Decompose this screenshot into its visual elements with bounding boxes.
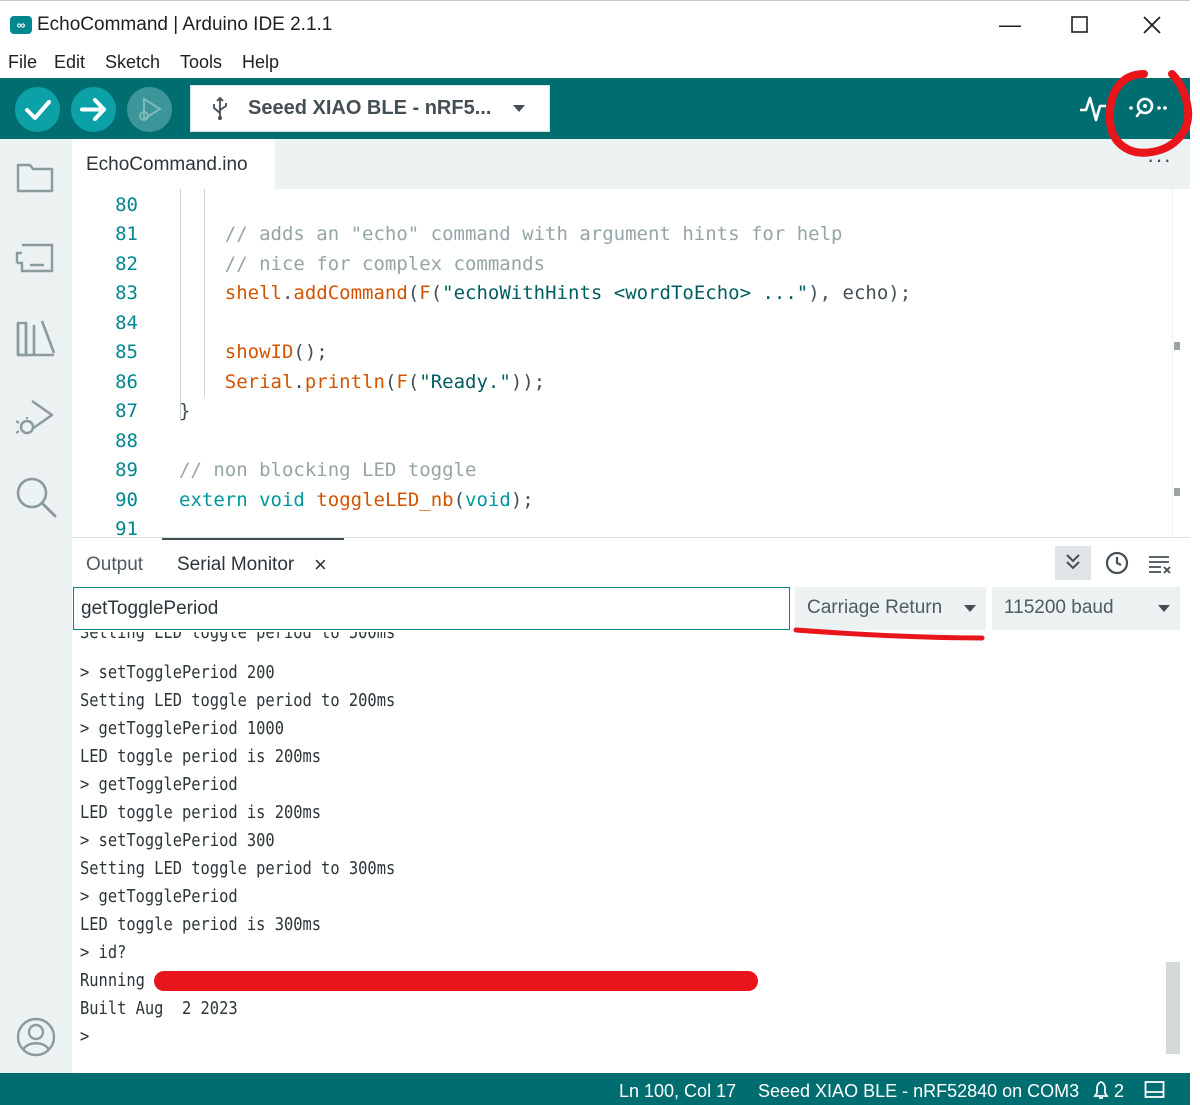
output-line: > id? <box>80 943 127 963</box>
arrow-right-icon <box>80 98 106 121</box>
serial-monitor-button[interactable] <box>1127 92 1171 124</box>
board-selector[interactable]: Seeed XIAO BLE - nRF5... <box>190 85 550 132</box>
output-line: LED toggle period is 200ms <box>80 803 322 823</box>
cursor-position[interactable]: Ln 100, Col 17 <box>619 1081 736 1102</box>
timestamp-button[interactable] <box>1099 546 1135 580</box>
code-line: 87} <box>115 400 191 422</box>
code-line: 83 shell.addCommand(F("echoWithHints <wo… <box>115 282 912 304</box>
code-line: 84 <box>115 312 138 334</box>
tab-output[interactable]: Output <box>86 554 143 576</box>
autoscroll-icon <box>1066 554 1080 570</box>
editor-scrollbar[interactable] <box>1172 189 1190 537</box>
code-line: 88 <box>115 430 138 452</box>
window-title: EchoCommand | Arduino IDE 2.1.1 <box>37 14 333 35</box>
account-icon[interactable] <box>14 1015 58 1059</box>
output-line: Running <box>80 971 145 991</box>
output-line: > <box>80 1027 90 1047</box>
magnifier-dots-icon <box>1129 97 1167 118</box>
output-line: LED toggle period is 300ms <box>80 915 322 935</box>
search-icon[interactable] <box>14 475 58 519</box>
line-ending-value: Carriage Return <box>807 597 943 618</box>
arduino-infinity-icon: ∞ <box>10 16 32 34</box>
output-line: > setTogglePeriod 300 <box>80 831 275 851</box>
close-icon[interactable] <box>1128 9 1176 41</box>
code-line: 90 extern void toggleLED_nb(void); <box>115 489 534 511</box>
output-line: > getTogglePeriod 1000 <box>80 719 284 739</box>
usb-icon <box>213 97 227 120</box>
serial-output[interactable]: Setting LED toggle period to 500ms > set… <box>72 632 1190 1073</box>
editor-tab-bar: EchoCommand.ino ··· <box>72 139 1190 189</box>
code-line: 91 <box>115 518 138 537</box>
chevron-down-icon <box>964 605 976 612</box>
code-line: 82 // nice for complex commands <box>115 253 546 275</box>
output-line: Setting LED toggle period to 500ms <box>80 632 396 643</box>
library-icon[interactable] <box>14 315 58 359</box>
code-line: 85 showID(); <box>115 341 328 363</box>
board-name: Seeed XIAO BLE - nRF5... <box>248 97 492 119</box>
upload-button[interactable] <box>71 87 116 132</box>
debug-icon[interactable] <box>14 395 58 439</box>
debug-play-icon <box>139 97 162 121</box>
serial-send-input[interactable] <box>73 587 790 630</box>
menu-edit[interactable]: Edit <box>54 52 85 73</box>
code-line: 86 Serial.println(F("Ready.")); <box>115 371 546 393</box>
check-icon <box>25 100 51 120</box>
panel-tab-bar: Output Serial Monitor × <box>72 537 1190 585</box>
output-scrollbar-thumb[interactable] <box>1166 962 1180 1054</box>
folder-icon[interactable] <box>14 155 58 199</box>
menu-help[interactable]: Help <box>242 52 279 73</box>
title-bar: ∞ EchoCommand | Arduino IDE 2.1.1 — <box>0 0 1190 48</box>
panel-toggle-icon[interactable] <box>1144 1080 1166 1105</box>
chevron-down-icon <box>513 105 525 112</box>
output-line: LED toggle period is 200ms <box>80 747 322 767</box>
menu-sketch[interactable]: Sketch <box>105 52 160 73</box>
menu-tools[interactable]: Tools <box>180 52 222 73</box>
output-line: > getTogglePeriod <box>80 887 238 907</box>
code-line: 81 // adds an "echo" command with argume… <box>115 223 843 245</box>
pulse-icon <box>1080 96 1106 122</box>
maximize-icon[interactable] <box>1056 9 1104 41</box>
scroll-marker <box>1174 488 1180 496</box>
clear-icon <box>1149 556 1171 574</box>
toolbar: Seeed XIAO BLE - nRF5... <box>0 78 1190 139</box>
line-ending-select[interactable]: Carriage Return <box>795 587 986 630</box>
bell-icon[interactable] <box>1090 1079 1112 1105</box>
status-bar: Ln 100, Col 17 Seeed XIAO BLE - nRF52840… <box>0 1073 1190 1105</box>
minimize-icon[interactable]: — <box>986 9 1034 41</box>
output-line: Built Aug 2 2023 <box>80 999 238 1019</box>
close-icon[interactable]: × <box>314 552 327 578</box>
code-line: 80 <box>115 194 138 216</box>
baud-rate-select[interactable]: 115200 baud <box>992 587 1180 630</box>
tab-label: EchoCommand.ino <box>86 154 248 175</box>
notification-count: 2 <box>1114 1081 1125 1101</box>
more-actions-icon[interactable]: ··· <box>1147 147 1172 173</box>
debug-button[interactable] <box>127 87 172 132</box>
active-tab-indicator <box>162 538 344 540</box>
serial-plotter-button[interactable] <box>1077 92 1109 124</box>
tab-serial-monitor[interactable]: Serial Monitor <box>177 554 294 576</box>
output-line: Setting LED toggle period to 300ms <box>80 859 396 879</box>
sidebar <box>0 139 72 1073</box>
clear-output-button[interactable] <box>1142 546 1178 580</box>
clock-icon <box>1105 551 1129 575</box>
code-line: 89// non blocking LED toggle <box>115 459 477 481</box>
baud-rate-value: 115200 baud <box>1004 597 1114 618</box>
code-editor[interactable]: 80 81 // adds an "echo" command with arg… <box>72 189 1190 537</box>
chevron-down-icon <box>1158 605 1170 612</box>
board-port[interactable]: Seeed XIAO BLE - nRF52840 on COM3 <box>758 1081 1079 1102</box>
menu-bar: File Edit Sketch Tools Help <box>0 48 1190 78</box>
menu-file[interactable]: File <box>8 52 37 73</box>
output-line: > getTogglePeriod <box>80 775 238 795</box>
output-line: > setTogglePeriod 200 <box>80 663 275 683</box>
autoscroll-button[interactable] <box>1055 546 1091 580</box>
output-line: Setting LED toggle period to 200ms <box>80 691 396 711</box>
scroll-marker <box>1174 342 1180 350</box>
verify-button[interactable] <box>15 87 60 132</box>
tab-echocommand-ino[interactable]: EchoCommand.ino <box>72 139 275 189</box>
board-manager-icon[interactable] <box>14 235 58 279</box>
